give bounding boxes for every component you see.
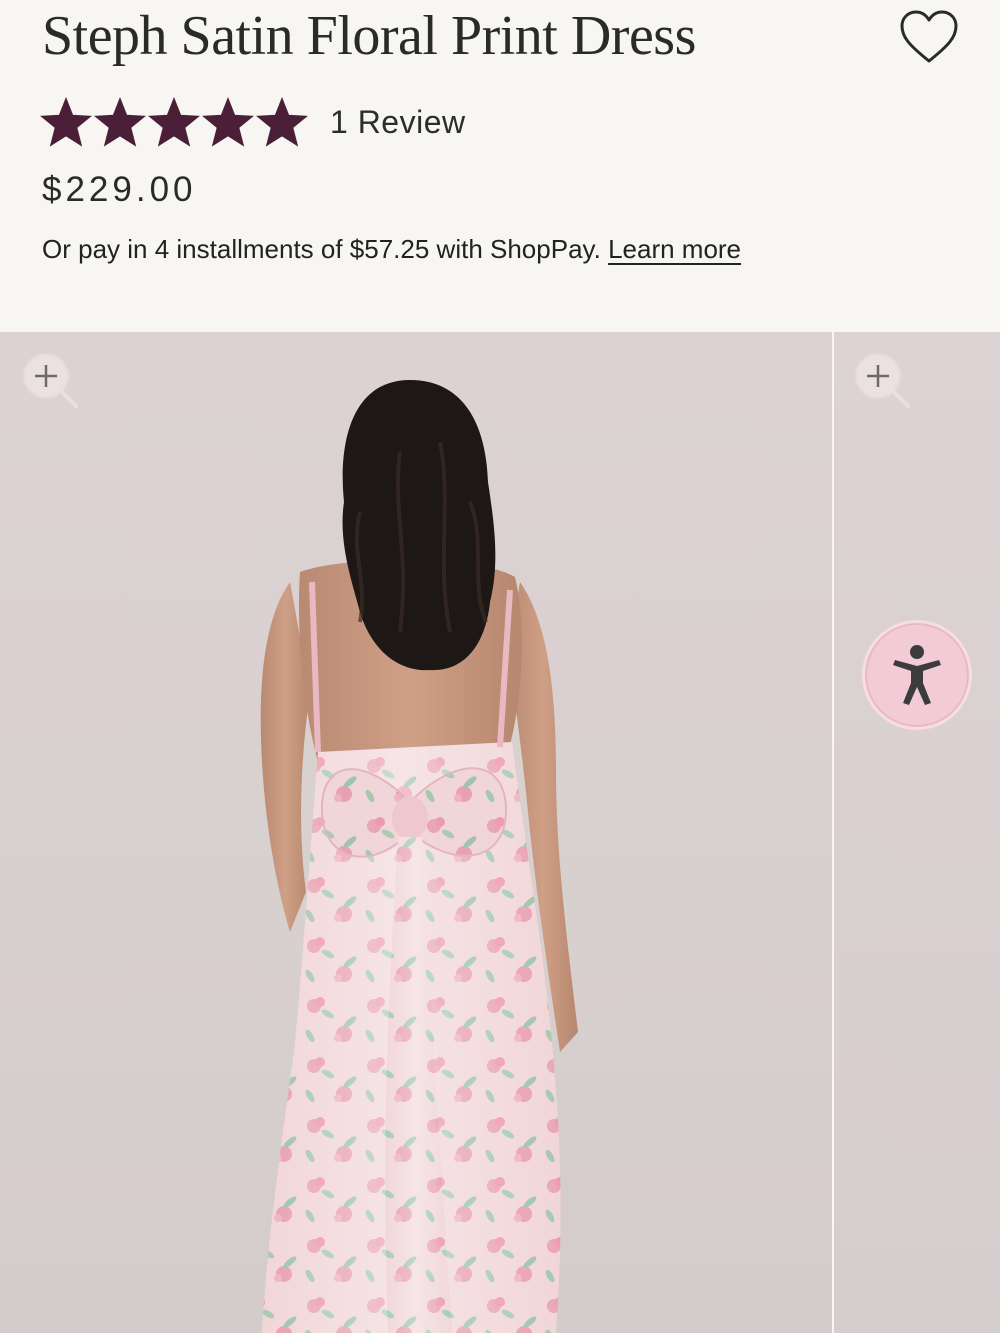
zoom-in-icon [855,353,910,408]
installments-info: Or pay in 4 installments of $57.25 with … [42,234,741,265]
rating-row: 1 Review [40,96,466,148]
star-icon [256,97,308,147]
product-title: Steph Satin Floral Print Dress [42,5,696,67]
product-image-main[interactable] [0,332,832,1333]
accessibility-button[interactable] [862,620,972,730]
zoom-button-next[interactable] [852,350,912,410]
wishlist-button[interactable] [896,6,962,68]
star-icon [202,97,254,147]
product-header: Steph Satin Floral Print Dress 1 Review … [0,0,1000,332]
zoom-button[interactable] [20,350,80,410]
star-icon [148,97,200,147]
review-count-link[interactable]: 1 Review [330,104,466,141]
learn-more-link[interactable]: Learn more [608,234,741,264]
product-image-next[interactable] [834,332,1000,1333]
heart-outline-icon [900,10,958,63]
star-rating [40,97,308,147]
accessibility-person-icon [893,645,941,705]
star-icon [40,97,92,147]
zoom-in-icon [23,353,78,408]
star-icon [94,97,146,147]
product-price: $229.00 [42,170,197,209]
dress-back-view-photo [260,380,578,1333]
installments-text: Or pay in 4 installments of $57.25 with … [42,234,601,264]
product-image-gallery[interactable] [0,332,1000,1333]
